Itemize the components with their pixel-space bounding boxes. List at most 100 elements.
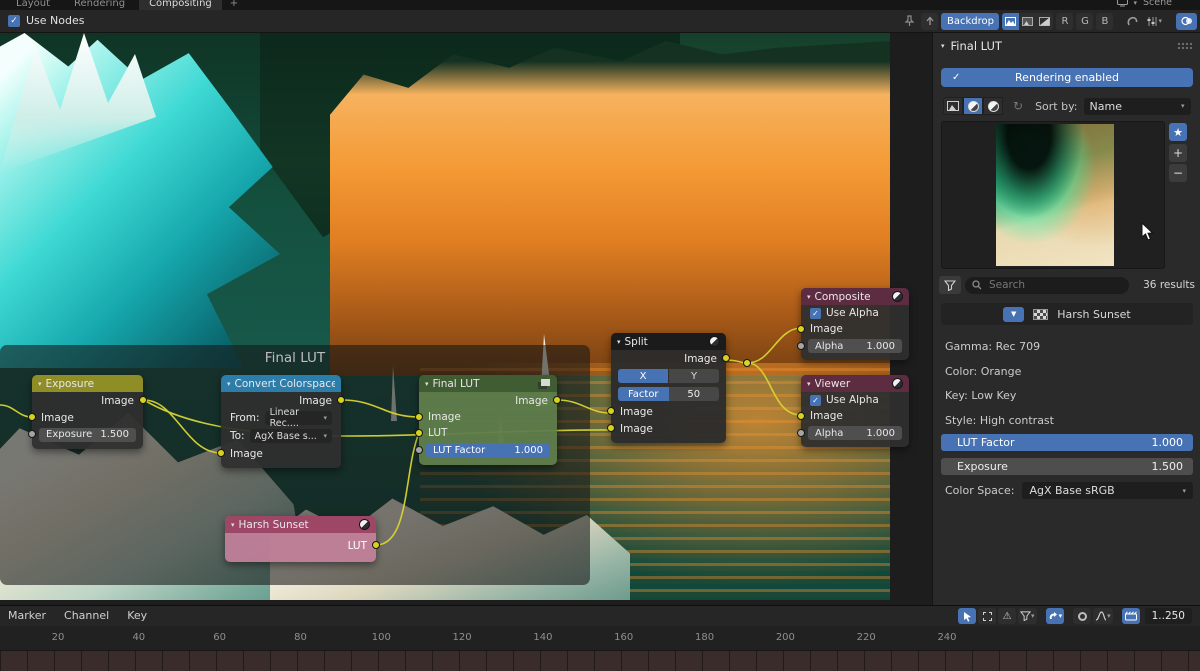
alpha-input-socket[interactable]	[797, 342, 805, 350]
image-output-socket[interactable]	[139, 396, 147, 404]
image-output-socket[interactable]	[722, 354, 730, 362]
node-viewer[interactable]: ▾ Viewer ✓ Use Alpha Image Alpha 1.000	[801, 375, 909, 447]
image-input-socket[interactable]	[797, 412, 805, 420]
node-harsh-sunset[interactable]: ▾ Harsh Sunset LUT	[225, 516, 376, 562]
timeline-keyframe-strip[interactable]	[0, 651, 1200, 671]
render-range-icon[interactable]	[1122, 608, 1140, 624]
tab-layout[interactable]: Layout	[6, 0, 60, 10]
timeline-menu-marker[interactable]: Marker	[8, 609, 46, 622]
axis-y-button[interactable]: Y	[669, 369, 719, 383]
lut-factor-slider[interactable]: LUT Factor 1.000	[426, 443, 550, 457]
collapse-chevron-icon[interactable]: ▾	[231, 521, 235, 529]
timeline-ruler[interactable]: 20406080100120140160180200220240	[0, 626, 1200, 651]
output-image-label: Image	[515, 395, 548, 407]
node-editor-canvas[interactable]: Final LUT ▾ Exposure Image Image Exposur…	[0, 33, 1200, 605]
panel-drag-handle[interactable]	[1177, 42, 1192, 51]
node-split[interactable]: ▾ Split Image X Y Factor 50 Image Image	[611, 333, 726, 443]
backdrop-alpha-button[interactable]	[1036, 13, 1053, 30]
search-input[interactable]	[987, 278, 1097, 292]
go-parent-node-tree-button[interactable]	[921, 13, 938, 30]
search-input-wrap[interactable]	[965, 277, 1129, 294]
timeline-menu-channel[interactable]: Channel	[64, 609, 109, 622]
backdrop-color-button[interactable]	[1019, 13, 1036, 30]
proportional-edit-icon[interactable]	[1073, 608, 1091, 624]
backdrop-blue-button[interactable]: B	[1096, 13, 1113, 30]
backdrop-color-alpha-button[interactable]	[1002, 13, 1019, 30]
node-composite[interactable]: ▾ Composite ✓ Use Alpha Image Alpha 1.00…	[801, 288, 909, 360]
lut-factor-input-socket[interactable]	[415, 446, 423, 454]
exposure-slider[interactable]: Exposure 1.500	[941, 458, 1193, 475]
remove-button[interactable]: −	[1169, 164, 1187, 182]
falloff-curve-icon[interactable]: ▾	[1093, 608, 1113, 624]
select-tool-icon[interactable]	[958, 608, 976, 624]
refresh-icon[interactable]: ↻	[1013, 99, 1023, 113]
lut-input-socket[interactable]	[415, 429, 423, 437]
overlays-toggle-icon[interactable]	[1176, 13, 1197, 30]
favorite-star-button[interactable]: ★	[1169, 123, 1187, 141]
lut-factor-slider[interactable]: LUT Factor 1.000	[941, 434, 1193, 451]
exposure-input-socket[interactable]	[28, 430, 36, 438]
view-sphere-mono-icon[interactable]	[983, 97, 1003, 115]
snap-magnet-icon[interactable]	[1124, 13, 1141, 30]
collapse-chevron-icon[interactable]: ▾	[807, 293, 811, 301]
snap-settings-icon[interactable]: ▾	[1144, 13, 1165, 30]
rendering-enabled-button[interactable]: ✓ Rendering enabled	[941, 68, 1193, 87]
exposure-value-field[interactable]: Exposure 1.500	[39, 428, 136, 442]
sort-by-select[interactable]: Name ▾	[1084, 98, 1191, 115]
axis-x-button[interactable]: X	[618, 369, 668, 383]
alpha-value-field[interactable]: Alpha 1.000	[808, 339, 902, 353]
use-nodes-checkbox[interactable]: ✓ Use Nodes	[8, 14, 85, 27]
node-exposure[interactable]: ▾ Exposure Image Image Exposure 1.500	[32, 375, 143, 449]
lut-info-line: Key: Low Key	[945, 384, 1054, 409]
view-sphere-color-icon[interactable]	[963, 97, 983, 115]
from-colorspace-select[interactable]: Linear Rec.... ▾	[265, 411, 332, 425]
alpha-input-socket[interactable]	[797, 429, 805, 437]
snap-icon[interactable]: ▾	[1046, 608, 1065, 624]
image-input-socket[interactable]	[415, 413, 423, 421]
add-workspace-button[interactable]: +	[226, 0, 242, 10]
panel-header-final-lut[interactable]: ▾ Final LUT	[941, 39, 1002, 53]
backdrop-green-button[interactable]: G	[1076, 13, 1093, 30]
image-output-socket[interactable]	[337, 396, 345, 404]
scene-selector[interactable]: ▾ Scene	[1117, 0, 1172, 8]
ruler-tick-80: 80	[294, 632, 307, 643]
tab-compositing[interactable]: Compositing	[139, 0, 222, 10]
add-button[interactable]: +	[1169, 144, 1187, 162]
backdrop-red-button[interactable]: R	[1056, 13, 1073, 30]
image-input-socket[interactable]	[217, 449, 225, 457]
collapse-chevron-icon[interactable]: ▾	[38, 380, 42, 388]
tab-rendering[interactable]: Rendering	[64, 0, 135, 10]
timeline-menu-key[interactable]: Key	[127, 609, 147, 622]
image-input-socket[interactable]	[607, 424, 615, 432]
alpha-value-field[interactable]: Alpha 1.000	[808, 426, 902, 440]
selected-lut-row[interactable]: ▼ Harsh Sunset	[941, 303, 1193, 325]
lut-output-socket[interactable]	[372, 541, 380, 549]
view-image-icon[interactable]	[943, 97, 963, 115]
topbar: Layout Rendering Compositing + ▾ Scene	[0, 0, 1200, 10]
image-input-socket[interactable]	[797, 325, 805, 333]
lut-preview-box[interactable]	[941, 121, 1165, 269]
filter-funnel-button[interactable]	[939, 276, 961, 294]
collapse-chevron-icon[interactable]: ▾	[425, 380, 429, 388]
image-input-socket[interactable]	[607, 407, 615, 415]
pin-icon[interactable]	[901, 13, 918, 30]
node-final-lut-group[interactable]: ▾ Final LUT Image Image LUT LUT Factor 1…	[419, 375, 557, 465]
filter-funnel-icon[interactable]: ▾	[1018, 608, 1037, 624]
frame-range-field[interactable]: 1..250	[1145, 608, 1192, 624]
use-alpha-checkbox[interactable]: ✓ Use Alpha	[810, 307, 879, 319]
box-select-icon[interactable]	[978, 608, 996, 624]
colorspace-select[interactable]: AgX Base sRGB ▾	[1022, 482, 1193, 499]
use-alpha-checkbox[interactable]: ✓ Use Alpha	[810, 394, 879, 406]
collapse-chevron-icon[interactable]: ▾	[617, 338, 621, 346]
warning-icon[interactable]: ⚠	[998, 608, 1016, 624]
collapse-chevron-icon[interactable]: ▾	[227, 380, 231, 388]
expand-chevron-button[interactable]: ▼	[1003, 307, 1024, 322]
collapse-chevron-icon[interactable]: ▾	[807, 380, 811, 388]
image-input-socket[interactable]	[28, 413, 36, 421]
split-factor-slider[interactable]: Factor 50	[618, 387, 719, 401]
from-label: From:	[230, 412, 260, 424]
image-output-socket[interactable]	[553, 396, 561, 404]
to-colorspace-select[interactable]: AgX Base s... ▾	[250, 429, 332, 443]
backdrop-toggle-button[interactable]: Backdrop	[941, 13, 999, 30]
node-convert-colorspace[interactable]: ▾ Convert Colorspace Image From: Linear …	[221, 375, 341, 468]
